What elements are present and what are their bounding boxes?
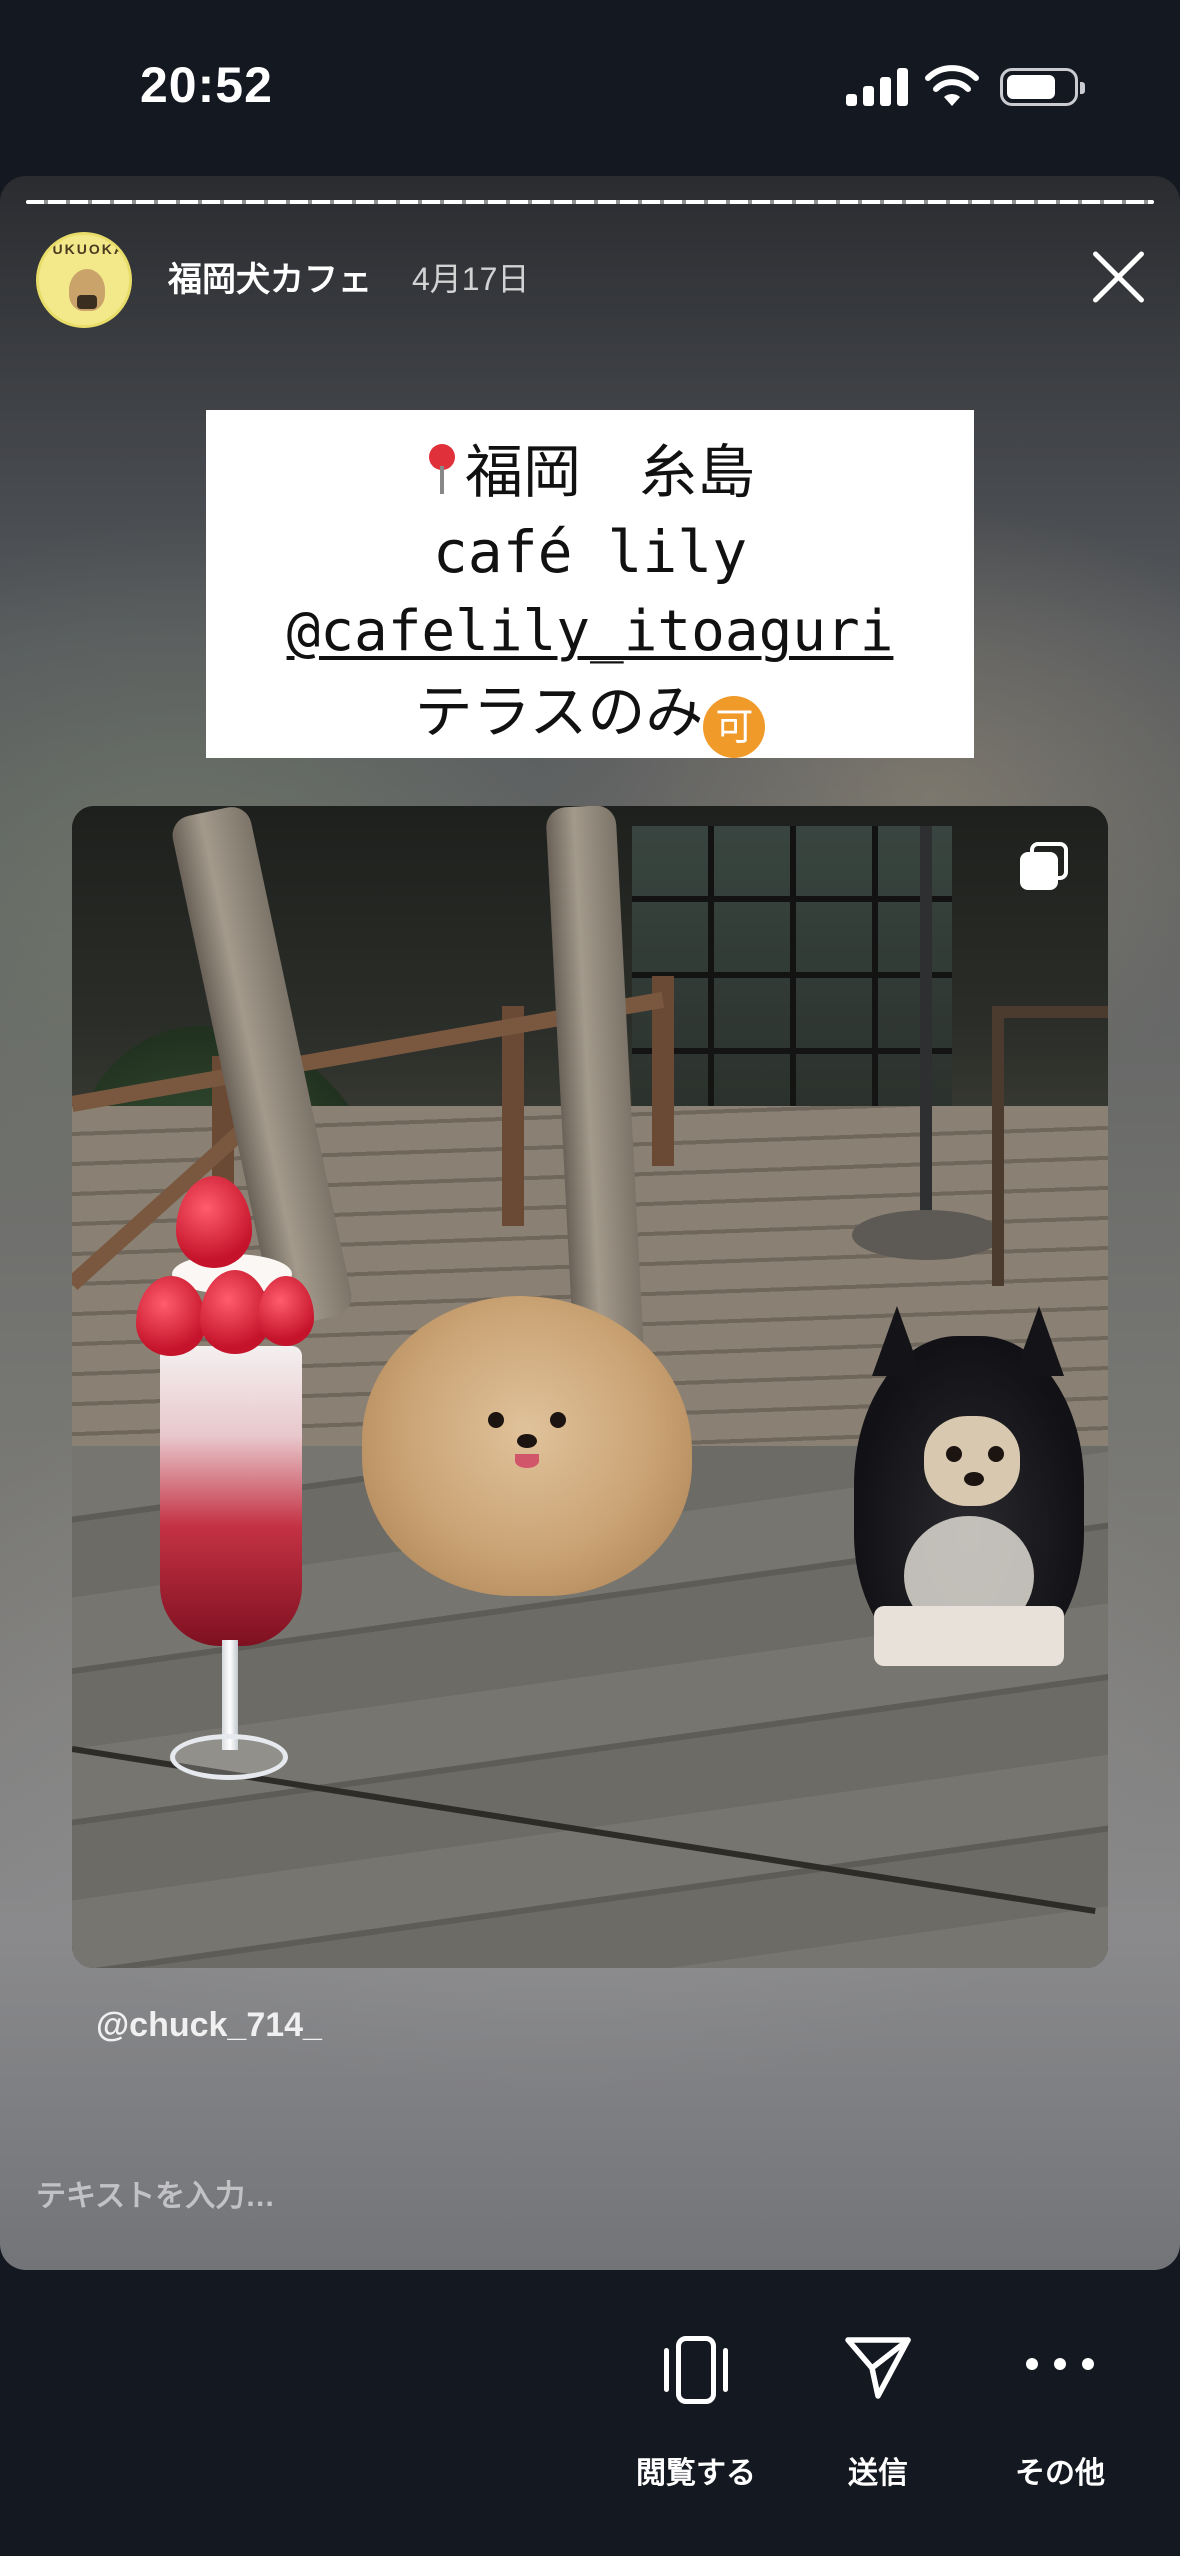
strawberry-parfait [160,1346,302,1646]
round-pushpin-icon [425,440,459,500]
multiple-posts-icon [1020,842,1070,892]
ka-badge-icon: 可 [703,696,766,758]
view-icon [664,2336,728,2404]
caption-line-1: 福岡 糸島 [464,438,755,506]
glass-base [170,1734,288,1780]
caption-terrace: テラスのみ可 [206,672,974,758]
story-viewer[interactable]: FUKUOKA 福岡犬カフェ 4月17日 福岡 糸島 café lily @ca… [0,176,1180,2270]
cellular-signal-icon [846,66,908,106]
pomeranian-black-dog [854,1306,1084,1666]
more-options-icon [1026,2358,1094,2372]
caption-line-4: テラスのみ [414,678,704,746]
send-label: 送信 [848,2457,908,2490]
shared-post-photo[interactable] [72,806,1108,1968]
railing-post [502,1006,524,1226]
account-avatar[interactable]: FUKUOKA [36,232,132,328]
account-name[interactable]: 福岡犬カフェ [168,252,372,301]
wooden-chair [992,1006,1108,1286]
caption-location: 福岡 糸島 [206,432,974,512]
caption-sticker: 福岡 糸島 café lily @cafelily_itoaguri テラスのみ… [206,410,974,758]
avatar-text: FUKUOKA [42,241,126,257]
close-icon[interactable] [1086,244,1150,308]
post-date: 4月17日 [412,261,530,297]
status-time: 20:52 [140,57,273,113]
caption-handle-link[interactable]: @cafelily_itoaguri [206,592,974,672]
mention-tag[interactable]: @chuck_714_ [96,2006,322,2045]
wifi-icon [925,65,979,106]
umbrella-pole [920,826,932,1226]
status-bar: 20:52 [0,0,1180,176]
cafe-window [632,826,952,1126]
caption-line-2: café lily [432,518,748,586]
story-progress-bar [26,200,1154,204]
umbrella-base [852,1210,1002,1260]
reply-input[interactable] [36,2172,1136,2222]
battery-icon [1000,68,1085,106]
bottom-action-bar: 閲覧する 送信 その他 [0,2270,1180,2556]
more-label: その他 [1015,2457,1105,2490]
view-label: 閲覧する [636,2457,756,2490]
send-icon [845,2337,911,2399]
dog-avatar-icon [69,269,105,311]
